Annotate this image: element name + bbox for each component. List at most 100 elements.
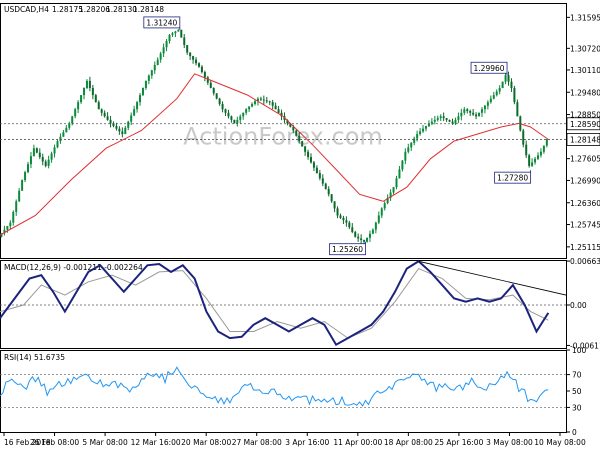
candle-body [442, 116, 445, 119]
candle-body [159, 53, 162, 60]
candle-body [424, 126, 427, 129]
x-tick-label: 27 Mar 08:00 [232, 438, 282, 447]
candle-body [265, 100, 268, 102]
candle-body [251, 103, 254, 107]
candle-body [486, 102, 489, 106]
rsi-panel-frame [0, 350, 567, 433]
annotation-label: 1.25260 [332, 245, 363, 254]
candle-body [53, 147, 56, 154]
signal-line [0, 267, 549, 339]
candle-body [516, 102, 519, 117]
candle-body [239, 116, 242, 120]
x-tick-label: 20 Mar 08:00 [181, 438, 231, 447]
candle-body [504, 75, 507, 82]
candle-body [298, 135, 301, 142]
x-tick-label: 25 Apr 16:00 [434, 438, 483, 447]
candle-body [295, 130, 298, 136]
y-tick-label: 1.28590 [570, 120, 600, 129]
rsi-y-tick-label: 100 [572, 346, 587, 355]
candle-body [233, 119, 236, 124]
candle-body [133, 109, 136, 116]
moving-average-line [0, 73, 549, 236]
rsi-line [0, 366, 549, 407]
candle-body [333, 201, 336, 209]
candle-body [345, 220, 348, 223]
x-tick-label: 26 Feb 08:00 [30, 438, 79, 447]
candle-body [83, 88, 86, 96]
candle-body [212, 88, 215, 94]
candle-body [21, 180, 24, 191]
candle-body [466, 109, 469, 112]
candle-body [153, 64, 156, 71]
candle-body [100, 109, 103, 113]
candle-body [436, 118, 439, 120]
y-tick-label: 1.28148 [570, 135, 600, 144]
candle-body [363, 240, 366, 242]
candle-body [245, 109, 248, 113]
rsi-y-tick-label: 0 [572, 428, 577, 437]
macd-title: MACD(12,26,9) -0.001211 -0.002264 [4, 263, 143, 272]
macd-y-tick-label: 0.00 [570, 301, 587, 310]
candle-body [401, 160, 404, 170]
candle-body [35, 148, 38, 153]
watermark: ActionForex.com [183, 123, 383, 151]
candle-body [271, 102, 274, 106]
candle-body [197, 63, 200, 67]
candle-body [74, 109, 77, 117]
candle-body [469, 111, 472, 113]
candle-body [542, 145, 545, 152]
annotation-label: 1.31240 [146, 18, 177, 27]
candle-body [404, 151, 407, 161]
candle-body [144, 80, 147, 88]
candle-body [27, 164, 30, 173]
candle-body [304, 146, 307, 152]
candle-body [236, 119, 239, 124]
candle-body [62, 132, 65, 137]
candle-body [50, 153, 53, 160]
candle-body [59, 136, 62, 142]
candle-body [307, 151, 310, 158]
candle-body [489, 98, 492, 103]
candle-body [368, 233, 371, 238]
candle-body [147, 75, 150, 81]
candle-body [91, 88, 94, 96]
candle-body [156, 59, 159, 65]
candle-body [56, 141, 59, 148]
candle-body [312, 162, 315, 168]
candle-body [419, 131, 422, 135]
x-tick-label: 3 May 08:00 [486, 438, 533, 447]
candle-body [324, 183, 327, 189]
candle-body [171, 33, 174, 35]
candle-body [460, 112, 463, 117]
y-tick-label: 1.27605 [570, 155, 600, 164]
candle-body [513, 88, 516, 103]
candle-body [165, 41, 168, 48]
candle-body [480, 109, 483, 113]
candle-body [492, 95, 495, 99]
candle-body [510, 81, 513, 88]
candle-body [395, 178, 398, 188]
rsi-y-tick-label: 70 [572, 371, 582, 380]
candle-body [383, 203, 386, 209]
candle-body [227, 112, 230, 117]
candle-body [445, 118, 448, 120]
candle-body [371, 229, 374, 234]
annotation-label: 1.27280 [497, 174, 528, 183]
candle-body [141, 88, 144, 96]
x-tick-label: 5 Mar 08:00 [82, 438, 128, 447]
candle-body [18, 190, 21, 202]
candle-body [221, 103, 224, 110]
candle-body [215, 93, 218, 99]
candle-body [180, 29, 183, 38]
candle-body [218, 98, 221, 104]
candle-body [507, 75, 510, 82]
candle-body [277, 109, 280, 113]
candle-body [186, 45, 189, 53]
candle-body [44, 161, 47, 166]
candle-body [539, 151, 542, 156]
candle-body [377, 215, 380, 223]
candle-body [416, 134, 419, 139]
candle-body [94, 95, 97, 103]
symbol-label: USDCAD,H4 [4, 5, 49, 14]
candle-body [248, 106, 251, 110]
